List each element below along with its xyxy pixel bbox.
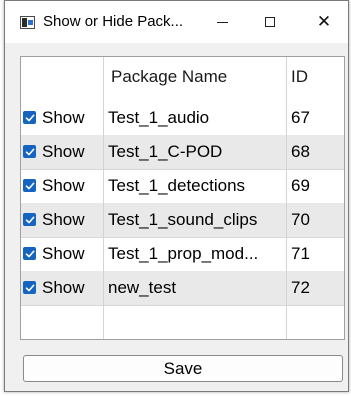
show-checkbox[interactable] [23,145,36,158]
close-button[interactable]: ✕ [301,1,347,43]
close-icon: ✕ [316,12,332,31]
show-label: Show [42,244,85,263]
show-label: Show [42,176,85,195]
dialog-window: Show or Hide Pack... ✕ Package Name ID S… [4,0,349,392]
show-label: Show [42,278,85,297]
header-id[interactable]: ID [291,67,308,87]
show-cell[interactable]: Show [21,135,102,169]
show-checkbox[interactable] [23,247,36,260]
window-title: Show or Hide Pack... [43,13,184,30]
package-name-cell: Test_1_detections [108,176,246,195]
show-cell[interactable]: Show [21,169,102,203]
title-bar[interactable]: Show or Hide Pack... ✕ [5,1,348,43]
checkmark-icon [25,148,34,155]
checkmark-icon [25,114,34,121]
package-id-cell: 68 [291,142,310,161]
packages-table[interactable]: Package Name ID Show Test_1_audio 67 Show Te… [20,56,345,340]
save-button[interactable]: Save [23,355,343,382]
show-label: Show [42,108,85,127]
column-divider [103,57,104,339]
show-cell[interactable]: Show [21,237,102,271]
checkmark-icon [25,284,34,291]
maximize-button[interactable] [247,1,293,43]
table-row[interactable]: Show Test_1_C-POD 68 [21,135,344,169]
minimize-button[interactable] [199,1,245,43]
header-package-name[interactable]: Package Name [111,67,227,87]
package-id-cell: 72 [291,278,310,297]
package-name-cell: new_test [108,278,177,297]
table-row[interactable]: Show Test_1_prop_mod... 71 [21,237,344,271]
package-id-cell: 69 [291,176,310,195]
table-row[interactable]: Show new_test 72 [21,271,344,305]
show-cell[interactable]: Show [21,101,102,135]
package-name-cell: Test_1_C-POD [108,142,223,161]
table-row[interactable]: Show Test_1_detections 69 [21,169,344,203]
show-checkbox[interactable] [23,179,36,192]
show-cell[interactable]: Show [21,203,102,237]
package-id-cell: 71 [291,244,310,263]
show-checkbox[interactable] [23,111,36,124]
table-row[interactable]: Show Test_1_audio 67 [21,101,344,135]
checkmark-icon [25,250,34,257]
package-name-cell: Test_1_sound_clips [108,210,258,229]
table-header: Package Name ID [21,57,344,99]
package-name-cell: Test_1_prop_mod... [108,244,259,263]
checkmark-icon [25,182,34,189]
table-row[interactable]: Show Test_1_sound_clips 70 [21,203,344,237]
show-label: Show [42,142,85,161]
row-divider [21,305,344,306]
app-window-icon [20,16,35,29]
package-id-cell: 67 [291,108,310,127]
show-checkbox[interactable] [23,281,36,294]
show-label: Show [42,210,85,229]
package-name-cell: Test_1_audio [108,108,210,127]
maximize-icon [265,17,275,27]
show-checkbox[interactable] [23,213,36,226]
package-id-cell: 70 [291,210,310,229]
minimize-icon [216,21,228,23]
checkmark-icon [25,216,34,223]
column-divider [286,57,287,339]
show-cell[interactable]: Show [21,271,102,305]
